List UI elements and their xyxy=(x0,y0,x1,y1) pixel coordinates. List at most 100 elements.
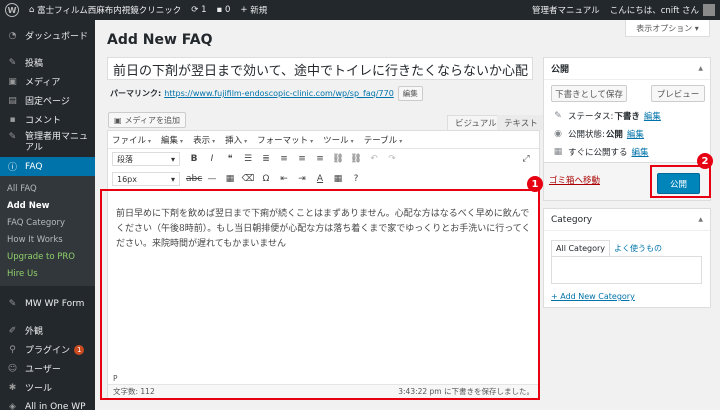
move-to-trash-link[interactable]: ゴミ箱へ移動 xyxy=(549,174,600,186)
table-icon[interactable]: ▦ xyxy=(330,174,346,184)
sidebar-item-pages[interactable]: ▤ 固定ページ xyxy=(0,91,95,110)
category-checklist[interactable] xyxy=(551,256,702,284)
undo-icon[interactable]: ↶ xyxy=(366,154,382,164)
pin-icon: ✎ xyxy=(8,132,17,142)
permalink-edit-button[interactable]: 編集 xyxy=(397,86,423,101)
text-color-icon[interactable]: A xyxy=(312,174,328,184)
bullet-list-icon[interactable]: ☰ xyxy=(240,154,256,164)
menu-view[interactable]: 表示 ▾ xyxy=(193,134,215,146)
sidebar-item-comments[interactable]: ▪ コメント xyxy=(0,110,95,129)
paste-text-icon[interactable]: ▦ xyxy=(222,174,238,184)
chevron-up-icon[interactable]: ▲ xyxy=(698,216,703,223)
tab-visual[interactable]: ビジュアル xyxy=(447,115,505,130)
add-new-category-link[interactable]: + Add New Category xyxy=(551,292,635,301)
sidebar-item-label: ダッシュボード xyxy=(25,32,89,42)
menu-file[interactable]: ファイル ▾ xyxy=(112,134,151,146)
chevron-down-icon: ▾ xyxy=(692,23,699,33)
redo-icon[interactable]: ↷ xyxy=(384,154,400,164)
save-draft-button[interactable]: 下書きとして保存 xyxy=(551,85,627,102)
new-content-link[interactable]: + 新規 xyxy=(235,0,272,20)
account-menu[interactable]: こんにちは、cnift さん xyxy=(605,0,720,20)
sidebar-item-posts[interactable]: ✎ 投稿 xyxy=(0,53,95,72)
updates-count: 1 xyxy=(201,5,207,15)
fullscreen-icon[interactable]: ⤢ xyxy=(518,154,534,164)
align-center-icon[interactable]: ≡ xyxy=(294,154,310,164)
menu-insert[interactable]: 挿入 ▾ xyxy=(225,134,247,146)
wp-logo-button[interactable]: W xyxy=(0,0,24,20)
manual-link[interactable]: 管理者マニュアル xyxy=(527,0,605,20)
schedule-edit-link[interactable]: 編集 xyxy=(632,146,649,158)
status-edit-link[interactable]: 編集 xyxy=(644,110,661,122)
chevron-down-icon: ▾ xyxy=(170,154,175,164)
user-icon: ☺ xyxy=(7,363,18,374)
submenu-add-new[interactable]: Add New xyxy=(0,197,95,214)
chevron-down-icon: ▾ xyxy=(148,137,152,145)
submenu-how-it-works[interactable]: How It Works xyxy=(0,231,95,248)
sidebar-item-tools[interactable]: ✱ ツール xyxy=(0,378,95,397)
comments-link[interactable]: ▪ 0 xyxy=(212,0,236,20)
numbered-list-icon[interactable]: ≣ xyxy=(258,154,274,164)
menu-table[interactable]: テーブル ▾ xyxy=(364,134,403,146)
align-right-icon[interactable]: ≡ xyxy=(312,154,328,164)
sidebar-item-manual[interactable]: ✎ 管理者用マニュアル xyxy=(0,129,95,157)
sidebar-item-allinone[interactable]: ◈ All in One WP xyxy=(0,397,95,410)
chevron-down-icon: ▾ xyxy=(170,174,175,184)
link-icon[interactable]: ⛓ xyxy=(330,154,346,164)
format-select[interactable]: 段落 ▾ xyxy=(112,152,180,166)
category-box-header[interactable]: Category ▲ xyxy=(544,209,710,231)
bold-icon[interactable]: B xyxy=(186,154,202,164)
callout-box-publish xyxy=(650,165,711,198)
editor-toolbar-2: 16px ▾ abc — ▦ ⌫ Ω ⇤ ⇥ A ▦ ? xyxy=(108,169,539,189)
sidebar-item-mw-form[interactable]: ✎ MW WP Form xyxy=(0,294,95,313)
menu-tools[interactable]: ツール ▾ xyxy=(323,134,354,146)
preview-button[interactable]: プレビュー xyxy=(651,85,705,102)
unlink-icon[interactable]: ⛓ xyxy=(348,154,364,164)
post-title-input[interactable]: 前日の下剤が翌日まで効いて、途中でトイレに行きたくならないか心配 xyxy=(107,57,533,80)
submenu-hire-us[interactable]: Hire Us xyxy=(0,265,95,282)
site-name-link[interactable]: ⌂ 富士フィルム西麻布内視鏡クリニック xyxy=(24,0,186,20)
publish-box-header[interactable]: 公開 ▲ xyxy=(544,58,710,80)
submenu-upgrade-pro[interactable]: Upgrade to PRO xyxy=(0,248,95,265)
sidebar-item-appearance[interactable]: ✐ 外観 xyxy=(0,321,95,340)
avatar xyxy=(703,4,715,16)
wordpress-icon: W xyxy=(5,3,19,17)
chevron-up-icon[interactable]: ▲ xyxy=(698,65,703,72)
italic-icon[interactable]: I xyxy=(204,154,220,164)
sidebar-item-faq[interactable]: ⓘ FAQ xyxy=(0,157,95,176)
menu-edit[interactable]: 編集 ▾ xyxy=(161,134,183,146)
clear-format-icon[interactable]: ⌫ xyxy=(240,174,256,184)
submenu-all-faq[interactable]: All FAQ xyxy=(0,180,95,197)
pin-icon: ✎ xyxy=(8,57,17,68)
visibility-edit-link[interactable]: 編集 xyxy=(627,128,644,140)
chevron-down-icon: ▾ xyxy=(180,137,184,145)
tab-all-category[interactable]: All Category xyxy=(551,240,611,257)
permalink-link[interactable]: https://www.fujifilm-endoscopic-clinic.c… xyxy=(164,89,394,98)
outdent-icon[interactable]: ⇤ xyxy=(276,174,292,184)
screen-options-button[interactable]: 表示オプション ▾ xyxy=(625,20,710,37)
tab-most-used[interactable]: よく使うもの xyxy=(610,240,666,257)
add-media-button[interactable]: ▣ メディアを追加 xyxy=(108,112,187,128)
font-size-select[interactable]: 16px ▾ xyxy=(112,172,180,186)
horizontal-line-icon[interactable]: — xyxy=(204,174,220,184)
sidebar-item-dashboard[interactable]: ◔ ダッシュボード xyxy=(0,26,95,45)
sidebar-item-users[interactable]: ☺ ユーザー xyxy=(0,359,95,378)
sidebar-item-label: 投稿 xyxy=(25,59,44,69)
submenu-faq-category[interactable]: FAQ Category xyxy=(0,214,95,231)
comment-icon: ▪ xyxy=(9,114,16,125)
sidebar-item-label: 外観 xyxy=(25,327,44,337)
sidebar-item-plugins[interactable]: ⚲ プラグイン 1 xyxy=(0,340,95,359)
updates-link[interactable]: ⟳ 1 xyxy=(186,0,211,20)
help-icon[interactable]: ? xyxy=(348,174,364,184)
menu-format[interactable]: フォーマット ▾ xyxy=(257,134,313,146)
sidebar-item-label: MW WP Form xyxy=(25,298,85,309)
permalink-label: パーマリンク: xyxy=(110,89,162,98)
strikethrough-icon[interactable]: abc xyxy=(186,174,202,184)
indent-icon[interactable]: ⇥ xyxy=(294,174,310,184)
quote-icon[interactable]: ❝ xyxy=(222,154,238,164)
tab-text[interactable]: テキスト xyxy=(497,115,545,130)
sidebar-item-media[interactable]: ▣ メディア xyxy=(0,72,95,91)
special-char-icon[interactable]: Ω xyxy=(258,174,274,184)
site-name-label: 富士フィルム西麻布内視鏡クリニック xyxy=(37,6,182,16)
align-left-icon[interactable]: ≡ xyxy=(276,154,292,164)
calendar-icon: ▦ xyxy=(553,147,563,157)
